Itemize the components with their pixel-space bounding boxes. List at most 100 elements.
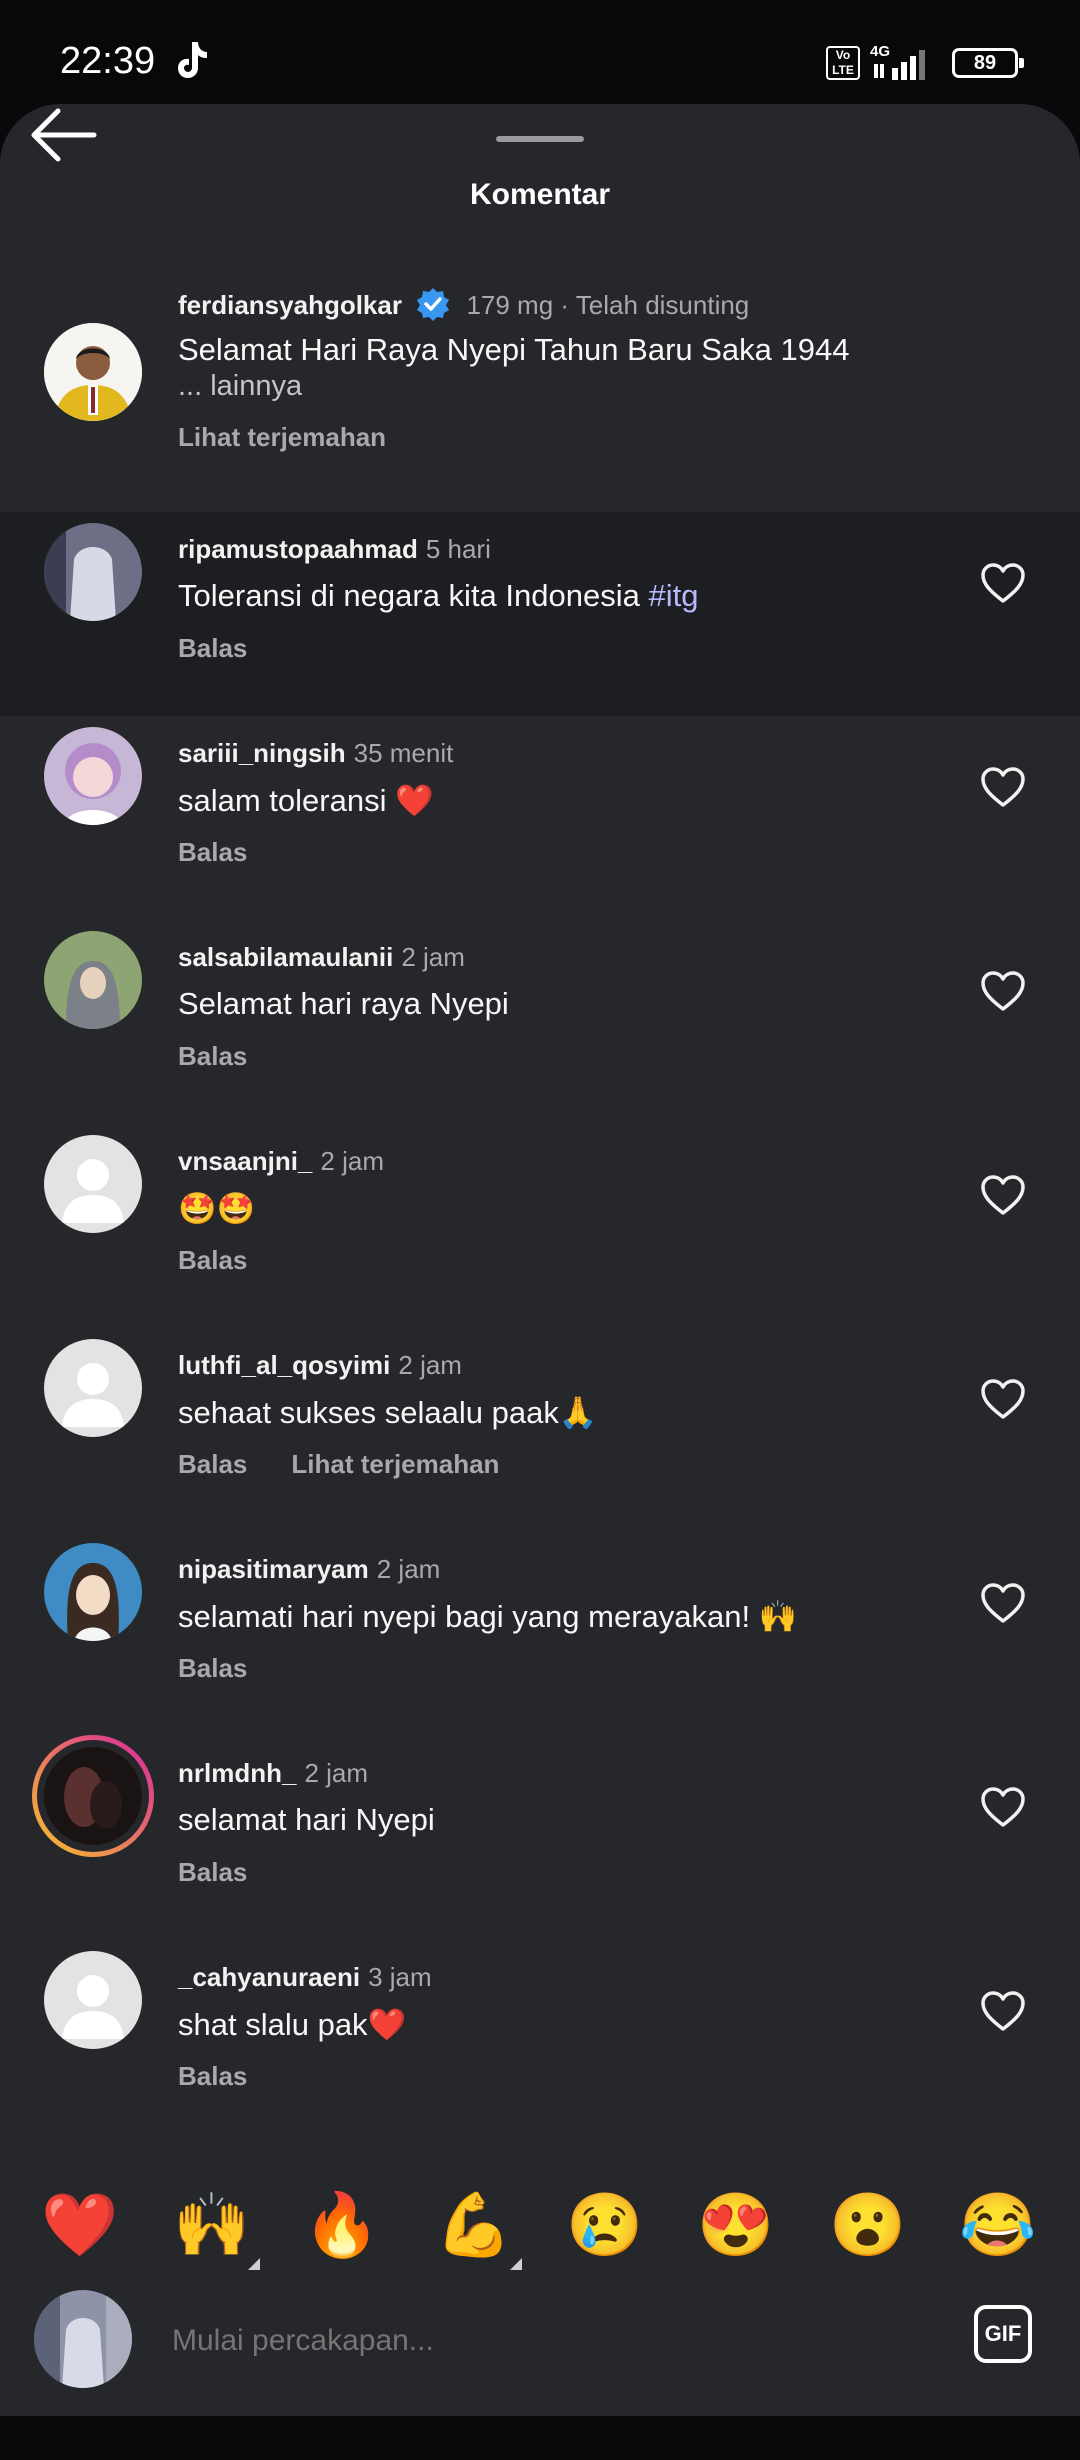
- comment-time: 2 jam: [376, 1554, 441, 1584]
- comment-username[interactable]: sariii_ningsih: [178, 738, 346, 768]
- heart-icon-svg: [981, 1583, 1025, 1623]
- heart-icon-svg: [981, 767, 1025, 807]
- reaction-emoji-button[interactable]: 😮: [828, 2186, 908, 2266]
- comment-actions: Balas: [178, 1041, 247, 1072]
- comment-username[interactable]: nipasitimaryam: [178, 1554, 369, 1584]
- comment-row: sariii_ningsih 35 menit salam toleransi ❤…: [0, 716, 1080, 920]
- reaction-emoji-button[interactable]: 😢: [565, 2186, 645, 2266]
- comment-header: luthfi_al_qosyimi 2 jam: [178, 1350, 462, 1381]
- current-user-avatar: [34, 2290, 132, 2388]
- tiktok-icon: [178, 42, 207, 78]
- caption-text: Selamat Hari Raya Nyepi Tahun Baru Saka …: [178, 332, 850, 367]
- caption-username[interactable]: ferdiansyahgolkar: [178, 290, 402, 320]
- avatar-image: [44, 1951, 142, 2049]
- heart-icon-svg: [981, 1379, 1025, 1419]
- comment-header: ripamustopaahmad 5 hari: [178, 534, 491, 565]
- avatar-image: [44, 1135, 142, 1233]
- comment-time: 35 menit: [353, 738, 454, 768]
- comment-header: sariii_ningsih 35 menit: [178, 738, 453, 769]
- comment-row: nrlmdnh_ 2 jam selamat hari Nyepi Balas: [0, 1735, 1080, 1940]
- comment-text: 🤩🤩: [178, 1191, 256, 1226]
- caption-more-link[interactable]: ... lainnya: [178, 370, 302, 403]
- reply-link[interactable]: Balas: [178, 1857, 247, 1887]
- reply-link[interactable]: Balas: [178, 1449, 247, 1479]
- like-heart-icon[interactable]: [980, 970, 1026, 1012]
- like-heart-icon[interactable]: [980, 1990, 1026, 2032]
- comment-text: selamat hari Nyepi: [178, 1802, 435, 1837]
- reply-link[interactable]: Balas: [178, 633, 247, 663]
- commenter-avatar[interactable]: [44, 1135, 142, 1233]
- commenter-avatar[interactable]: [44, 727, 142, 825]
- hashtag-link[interactable]: #itg: [648, 578, 698, 613]
- story-ring[interactable]: [32, 1735, 154, 1857]
- commenter-avatar[interactable]: [44, 1339, 142, 1437]
- comment-username[interactable]: nrlmdnh_: [178, 1758, 296, 1788]
- reaction-variant-indicator-icon: [510, 2258, 522, 2270]
- comment-input[interactable]: [170, 2310, 914, 2372]
- comment-actions: Balas: [178, 1245, 247, 1276]
- volte-icon: Vo LTE: [826, 46, 860, 80]
- avatar-image: [44, 1747, 142, 1845]
- commenter-avatar[interactable]: [44, 1747, 142, 1845]
- comment-row: _cahyanuraeni 3 jam shat slalu pak❤️ Bala…: [0, 1940, 1080, 2144]
- comment-username[interactable]: ripamustopaahmad: [178, 534, 418, 564]
- verified-badge-icon: [417, 288, 450, 321]
- comment-row: salsabilamaulanii 2 jam Selamat hari raya…: [0, 920, 1080, 1124]
- reply-link[interactable]: Balas: [178, 1653, 247, 1683]
- reply-link[interactable]: Balas: [178, 1041, 247, 1071]
- comment-row: luthfi_al_qosyimi 2 jam sehaat sukses sel…: [0, 1328, 1080, 1532]
- reply-link[interactable]: Balas: [178, 837, 247, 867]
- drag-handle[interactable]: [496, 136, 584, 142]
- commenter-avatar[interactable]: [44, 931, 142, 1029]
- comment-time: 2 jam: [304, 1758, 369, 1788]
- reaction-emoji-button[interactable]: ❤️: [40, 2186, 120, 2266]
- reaction-emoji-button[interactable]: 💪: [434, 2186, 514, 2266]
- heart-icon-svg: [981, 1787, 1025, 1827]
- comment-actions: Balas: [178, 837, 247, 868]
- comment-text: Selamat hari raya Nyepi: [178, 986, 509, 1021]
- like-heart-icon[interactable]: [980, 766, 1026, 808]
- commenter-avatar[interactable]: [44, 1951, 142, 2049]
- like-heart-icon[interactable]: [980, 562, 1026, 604]
- caption-avatar[interactable]: [44, 323, 142, 421]
- comment-time: 3 jam: [368, 1962, 432, 1992]
- reaction-emoji-button[interactable]: 😂: [958, 2186, 1038, 2266]
- heart-icon-svg: [981, 1991, 1025, 2031]
- comment-actions: Balas Lihat terjemahan: [178, 1449, 499, 1480]
- reaction-emoji-button[interactable]: 😍: [696, 2186, 776, 2266]
- reply-link[interactable]: Balas: [178, 1245, 247, 1275]
- comment-row: nipasitimaryam 2 jam selamati hari nyepi …: [0, 1532, 1080, 1736]
- comment-username[interactable]: luthfi_al_qosyimi: [178, 1350, 390, 1380]
- comment-time: 2 jam: [398, 1350, 462, 1380]
- translate-link[interactable]: Lihat terjemahan: [291, 1449, 499, 1479]
- commenter-avatar[interactable]: [44, 1543, 142, 1641]
- battery-nub: [1019, 58, 1024, 68]
- reaction-emoji-button[interactable]: 🔥: [302, 2186, 382, 2266]
- page-title: Komentar: [469, 178, 611, 211]
- comment-text: sehaat sukses selaalu paak🙏: [178, 1395, 598, 1430]
- comment-username[interactable]: vnsaanjni_: [178, 1146, 312, 1176]
- reaction-emoji-button[interactable]: 🙌: [172, 2186, 252, 2266]
- like-heart-icon[interactable]: [980, 1786, 1026, 1828]
- comment-header: nrlmdnh_ 2 jam: [178, 1758, 368, 1789]
- like-heart-icon[interactable]: [980, 1174, 1026, 1216]
- system-nav-bar: [0, 2416, 1080, 2460]
- caption-meta: 179 mg · Telah disunting: [466, 290, 750, 320]
- svg-text:4G: 4G: [870, 43, 890, 60]
- comment-time: 5 hari: [425, 534, 491, 564]
- comment-username[interactable]: salsabilamaulanii: [178, 942, 393, 972]
- gif-button[interactable]: GIF: [974, 2305, 1032, 2363]
- reply-link[interactable]: Balas: [178, 2061, 247, 2091]
- comment-row: ripamustopaahmad 5 hari Toleransi di nega…: [0, 512, 1080, 716]
- back-arrow-icon[interactable]: [28, 100, 98, 170]
- comment-text: Toleransi di negara kita Indonesia #itg: [178, 578, 699, 613]
- comment-username[interactable]: _cahyanuraeni: [178, 1962, 360, 1992]
- caption-header: ferdiansyahgolkar 179 mg · Telah disunti…: [178, 286, 749, 322]
- caption-translate-link[interactable]: Lihat terjemahan: [178, 422, 386, 453]
- like-heart-icon[interactable]: [980, 1378, 1026, 1420]
- comment-text: selamati hari nyepi bagi yang merayakan!…: [178, 1599, 798, 1634]
- like-heart-icon[interactable]: [980, 1582, 1026, 1624]
- comment-time: 2 jam: [401, 942, 465, 972]
- comment-actions: Balas: [178, 2061, 247, 2092]
- commenter-avatar[interactable]: [44, 523, 142, 621]
